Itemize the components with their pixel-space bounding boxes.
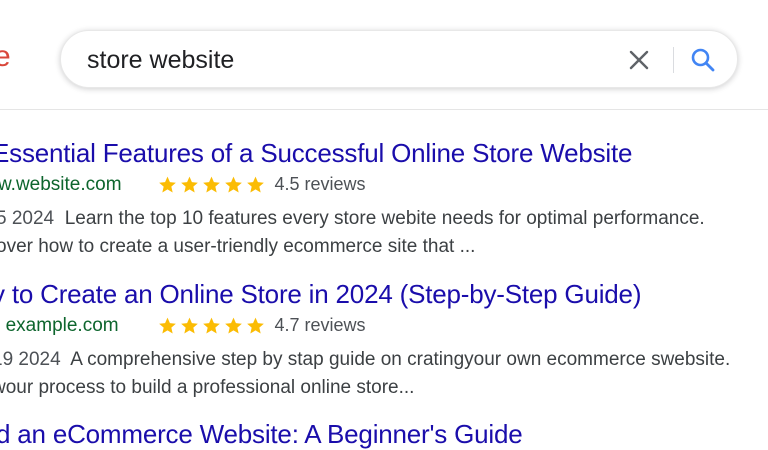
search-divider: [673, 47, 674, 73]
result-date: 5 2024: [0, 208, 54, 229]
snippet-line: A comprehensive step by stap guide on cr…: [70, 349, 730, 370]
snippet-line: over how to create a user-triendly ecomm…: [0, 233, 705, 261]
result-snippet: 5 2024 Learn the top 10 features every s…: [0, 205, 705, 261]
rating: 4.5 reviews: [157, 174, 366, 196]
result-date: 19 2024: [0, 349, 61, 370]
snippet-line: Learn the top 10 features every store we…: [65, 208, 705, 229]
result-title-link[interactable]: v to Create an Online Store in 2024 (Ste…: [0, 279, 641, 310]
search-box: [60, 30, 738, 88]
header-divider: [0, 109, 768, 110]
result-url[interactable]: › example.com: [0, 315, 119, 337]
result-title-link[interactable]: Essential Features of a Successful Onlin…: [0, 138, 632, 169]
result-url[interactable]: w.website.com: [0, 174, 122, 196]
star-icon: [223, 175, 244, 195]
star-rating: [157, 316, 267, 336]
review-count: 4.7 reviews: [274, 315, 365, 336]
result-title-link[interactable]: d an eCommerce Website: A Beginner's Gui…: [0, 419, 522, 450]
star-icon: [245, 316, 266, 336]
review-count: 4.5 reviews: [274, 174, 365, 195]
clear-icon[interactable]: [627, 48, 651, 72]
snippet-line: wour process to build a professional onl…: [0, 374, 730, 402]
search-input[interactable]: [87, 42, 587, 78]
star-icon: [245, 175, 266, 195]
star-icon: [201, 316, 222, 336]
result-snippet: 19 2024 A comprehensive step by stap gui…: [0, 346, 730, 402]
result-url-text: example.com: [6, 315, 119, 336]
search-icon[interactable]: [689, 46, 717, 74]
google-logo-fragment[interactable]: e: [0, 40, 11, 74]
star-rating: [157, 175, 267, 195]
star-icon: [179, 316, 200, 336]
star-icon: [179, 175, 200, 195]
star-icon: [223, 316, 244, 336]
star-icon: [157, 316, 178, 336]
star-icon: [157, 175, 178, 195]
rating: 4.7 reviews: [157, 315, 366, 337]
star-icon: [201, 175, 222, 195]
